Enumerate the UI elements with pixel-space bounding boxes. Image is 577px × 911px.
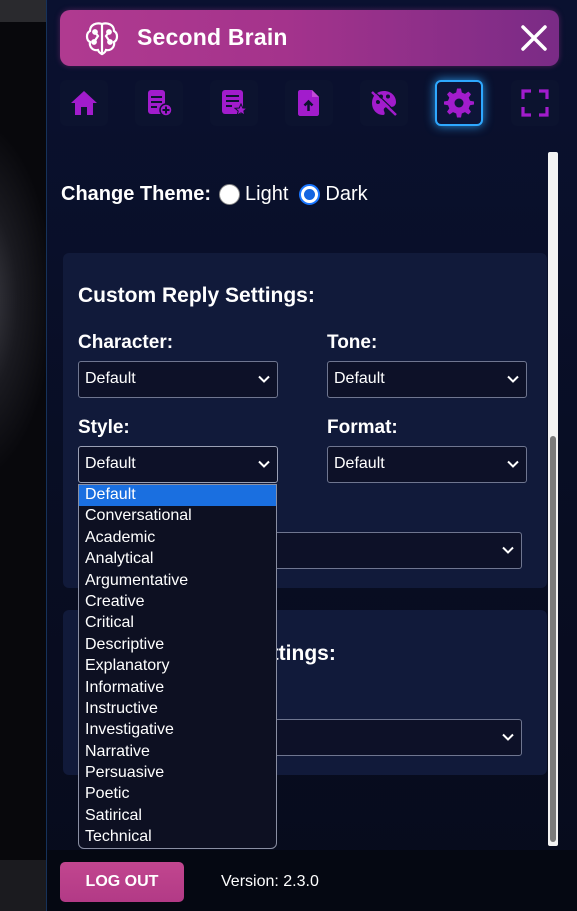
background-left — [0, 0, 46, 911]
app-title: Second Brain — [137, 24, 288, 50]
brain-icon — [85, 22, 119, 56]
settings-button[interactable] — [435, 80, 483, 126]
add-note-button[interactable] — [135, 80, 183, 126]
light-theme-radio[interactable] — [219, 184, 241, 205]
light-theme-label[interactable]: Light — [245, 183, 288, 206]
style-option[interactable]: Persuasive — [79, 763, 276, 784]
style-dropdown-list[interactable]: Default Conversational Academic Analytic… — [78, 484, 277, 849]
character-select[interactable]: Default — [78, 361, 278, 398]
chevron-down-icon — [507, 375, 519, 383]
chevron-down-icon — [507, 460, 519, 468]
style-option[interactable]: Informative — [79, 678, 276, 699]
style-option[interactable]: Creative — [79, 592, 276, 613]
style-value: Default — [85, 455, 136, 472]
upload-file-icon — [298, 90, 319, 116]
chevron-down-icon — [502, 733, 514, 741]
style-option[interactable]: Academic — [79, 528, 276, 549]
saved-notes-icon — [222, 90, 249, 117]
theme-selector: Change Theme: Light Dark — [61, 183, 379, 206]
style-select[interactable]: Default — [78, 446, 278, 483]
home-icon — [71, 91, 97, 115]
style-option[interactable]: Analytical — [79, 549, 276, 570]
tone-value: Default — [334, 370, 385, 387]
saved-notes-button[interactable] — [210, 80, 258, 126]
character-label: Character: — [78, 332, 174, 353]
style-option[interactable]: Conversational — [79, 506, 276, 527]
character-value: Default — [85, 370, 136, 387]
version-label: Version: 2.3.0 — [221, 873, 319, 890]
home-button[interactable] — [60, 80, 108, 126]
chevron-down-icon — [258, 460, 270, 468]
style-option[interactable]: Satirical — [79, 806, 276, 827]
fullscreen-icon — [521, 89, 549, 117]
style-option[interactable]: Default — [79, 485, 276, 507]
theme-palette-button[interactable] — [360, 80, 408, 126]
format-label: Format: — [327, 417, 398, 438]
style-option[interactable]: Narrative — [79, 742, 276, 763]
fullscreen-button[interactable] — [511, 80, 559, 126]
add-note-icon — [148, 90, 173, 117]
tone-label: Tone: — [327, 332, 378, 353]
chevron-down-icon — [258, 375, 270, 383]
upload-file-button[interactable] — [285, 80, 333, 126]
style-option[interactable]: Argumentative — [79, 571, 276, 592]
style-option[interactable]: Investigative — [79, 720, 276, 741]
footer: LOG OUT Version: 2.3.0 — [47, 850, 577, 911]
tone-select[interactable]: Default — [327, 361, 527, 398]
style-option[interactable]: Explanatory — [79, 656, 276, 677]
logout-button[interactable]: LOG OUT — [60, 862, 184, 902]
style-option[interactable]: Descriptive — [79, 635, 276, 656]
theme-label: Change Theme: — [61, 183, 212, 205]
close-icon[interactable] — [519, 23, 549, 53]
format-value: Default — [334, 455, 385, 472]
format-select[interactable]: Default — [327, 446, 527, 483]
palette-icon — [371, 89, 398, 116]
style-label: Style: — [78, 417, 130, 438]
scrollbar-thumb[interactable] — [550, 436, 556, 842]
style-option[interactable]: Instructive — [79, 699, 276, 720]
style-option[interactable]: Critical — [79, 613, 276, 634]
settings-gear-icon — [444, 88, 474, 118]
toolbar — [60, 80, 559, 128]
reply-settings-title: Custom Reply Settings: — [78, 284, 315, 307]
dark-theme-radio[interactable] — [299, 184, 321, 205]
style-option[interactable]: Poetic — [79, 784, 276, 805]
chevron-down-icon — [502, 546, 514, 554]
dark-theme-label[interactable]: Dark — [325, 183, 367, 206]
style-option[interactable]: Technical — [79, 827, 276, 848]
header-bar: Second Brain — [60, 10, 559, 66]
